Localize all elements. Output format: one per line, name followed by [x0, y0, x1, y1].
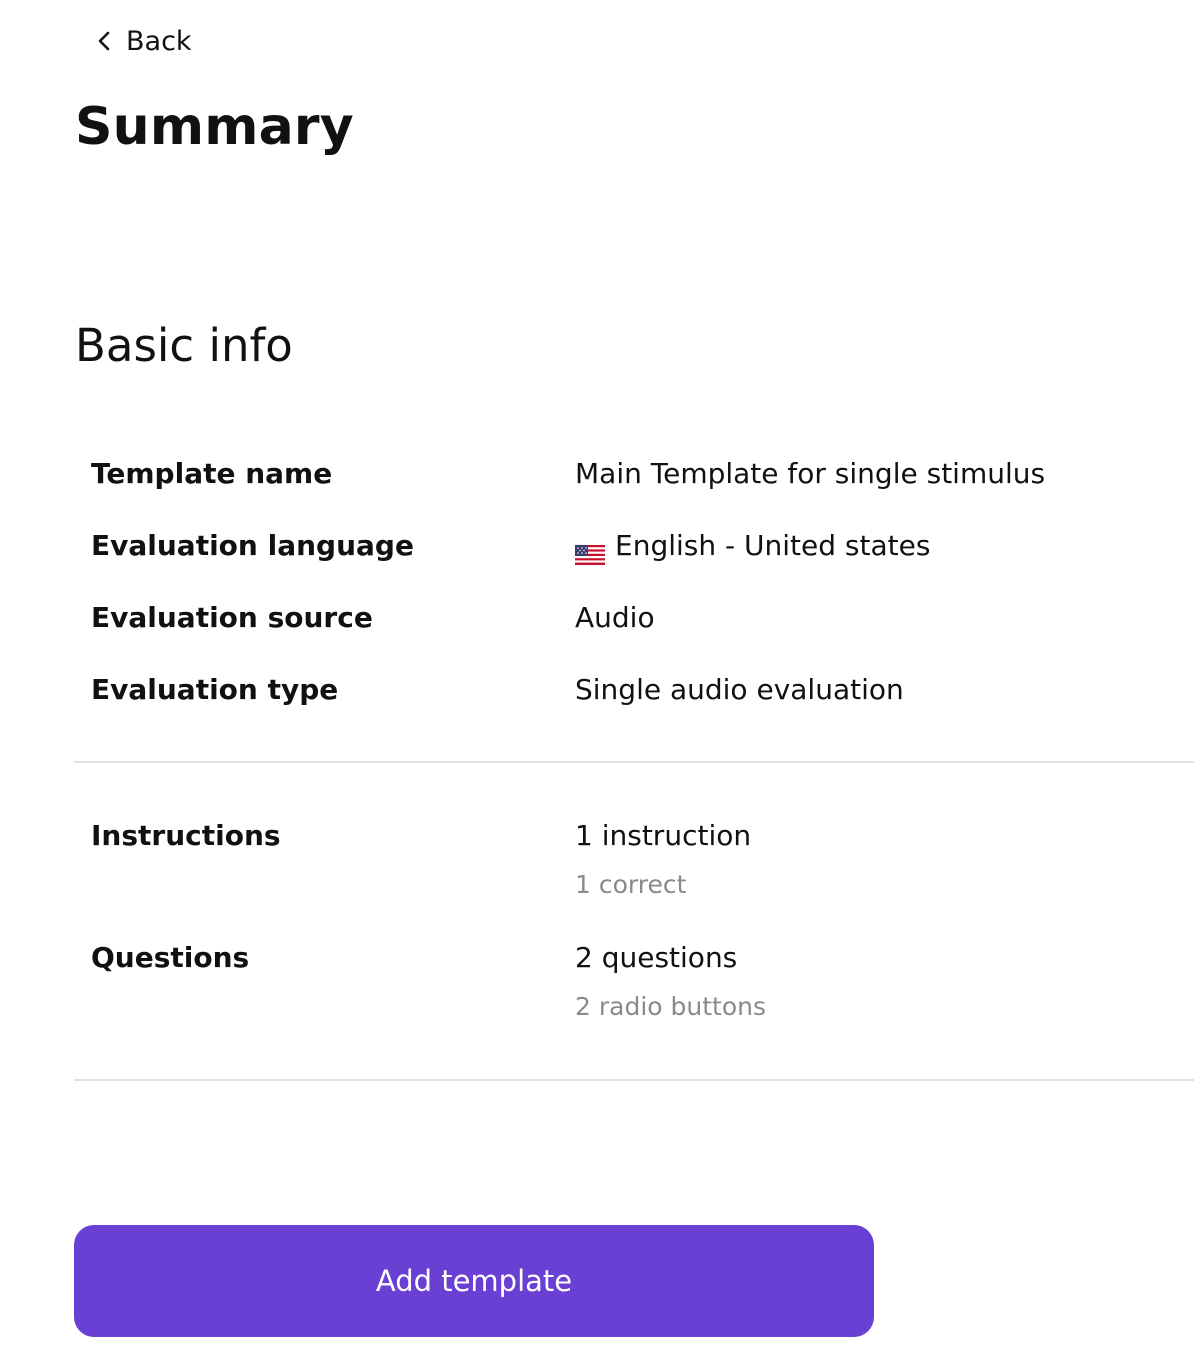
info-detail: 1 correct	[575, 870, 687, 899]
section-divider	[74, 1079, 1194, 1081]
info-label: Evaluation language	[91, 529, 414, 562]
info-value: Main Template for single stimulus	[575, 457, 1046, 490]
section-divider	[74, 761, 1194, 763]
info-label: Template name	[91, 457, 333, 490]
language-value: English - United states	[615, 529, 931, 562]
info-label: Evaluation type	[91, 673, 339, 706]
add-template-button[interactable]: Add template	[74, 1225, 874, 1337]
info-value: 1 instruction	[575, 819, 752, 852]
info-value: 2 questions	[575, 941, 738, 974]
info-value-with-flag: English - United states	[575, 526, 930, 566]
us-flag-icon	[575, 536, 605, 565]
info-value: Single audio evaluation	[575, 673, 904, 706]
info-value: Audio	[575, 601, 655, 634]
info-label: Questions	[91, 941, 250, 974]
back-label: Back	[126, 25, 192, 57]
section-title-basic-info: Basic info	[75, 319, 293, 372]
info-label: Evaluation source	[91, 601, 373, 634]
chevron-left-icon	[94, 30, 116, 52]
info-label: Instructions	[91, 819, 281, 852]
back-link[interactable]: Back	[94, 22, 192, 60]
info-detail: 2 radio buttons	[575, 992, 766, 1021]
page-title: Summary	[75, 97, 354, 157]
